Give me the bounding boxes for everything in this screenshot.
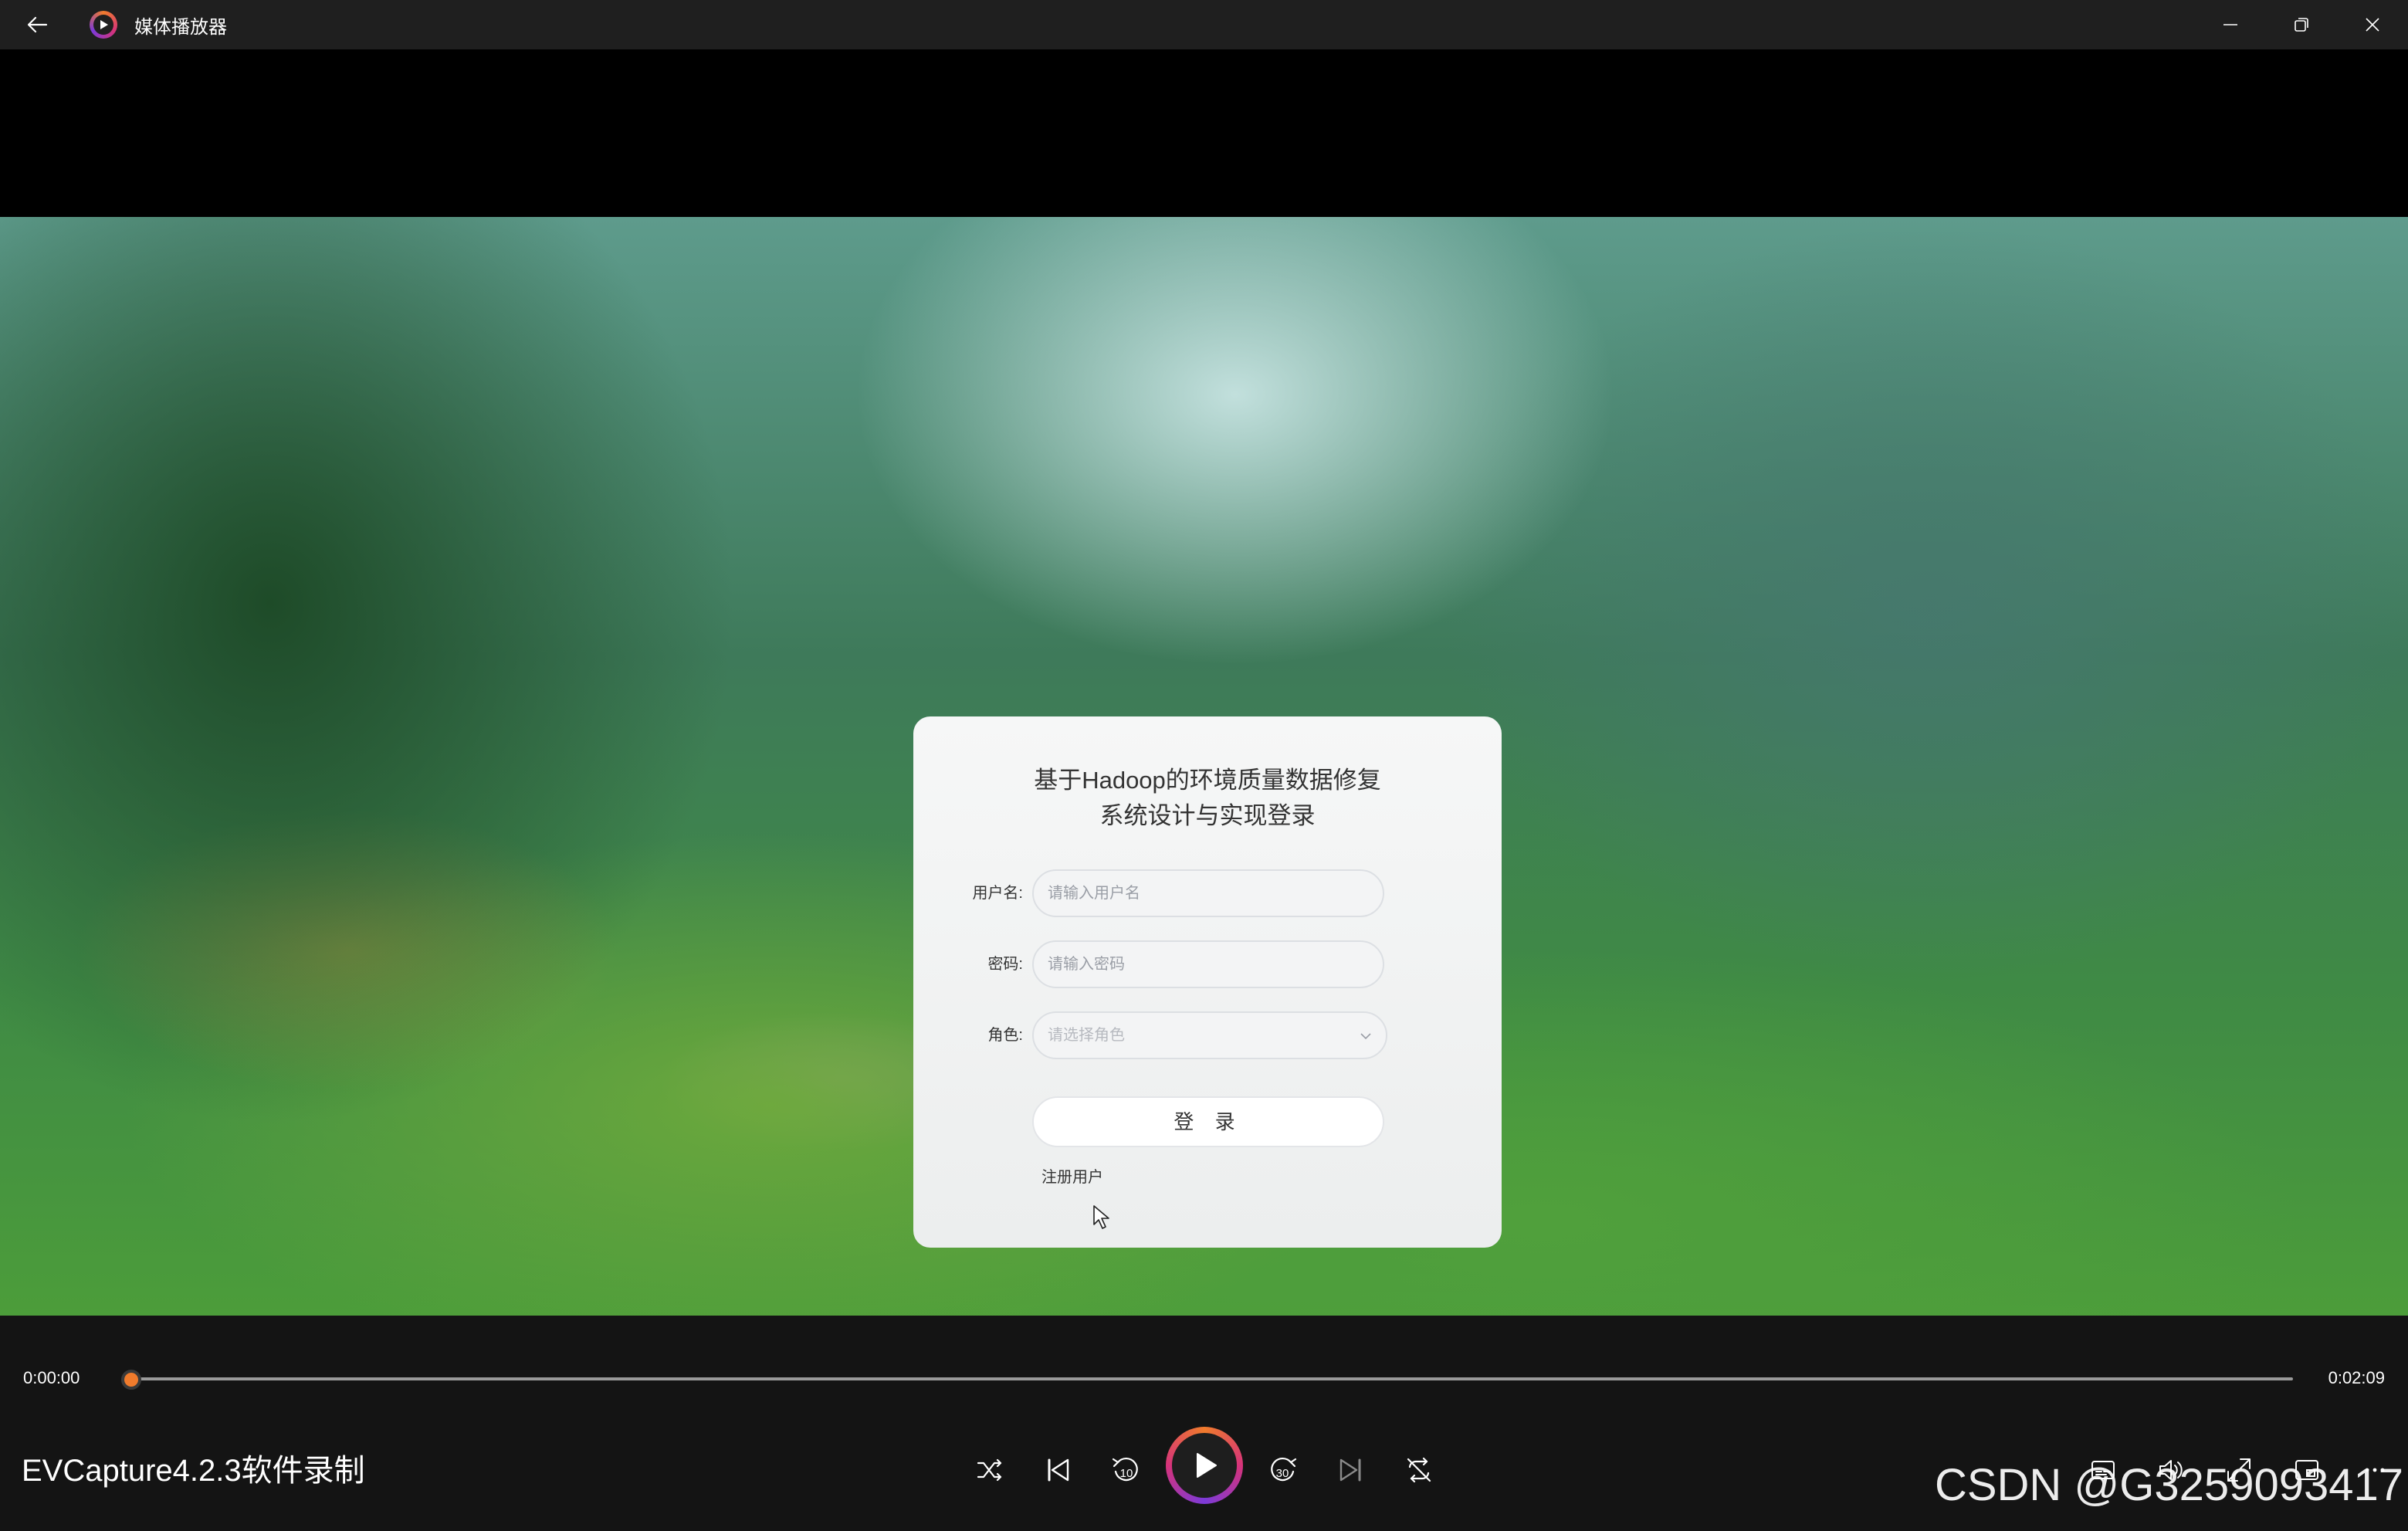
csdn-watermark: CSDN @G3259093417 — [1934, 1460, 2403, 1510]
forward-30-button[interactable]: 30 — [1260, 1447, 1306, 1493]
back-arrow-icon — [27, 16, 48, 33]
back-button[interactable] — [0, 0, 74, 49]
shuffle-button[interactable] — [967, 1447, 1013, 1493]
forward-30-icon: 30 — [1271, 1457, 1297, 1482]
login-title-line-2: 系统设计与实现登录 — [1099, 802, 1316, 829]
minimize-icon — [2223, 24, 2237, 25]
role-row: 角色: 请选择角色 — [913, 1011, 1502, 1059]
username-input[interactable]: 请输入用户名 — [1032, 869, 1384, 917]
username-row: 用户名: 请输入用户名 — [913, 869, 1502, 917]
role-select[interactable]: 请选择角色 — [1032, 1011, 1387, 1059]
current-time: 0:00:00 — [23, 1368, 80, 1387]
window-title: 媒体播放器 — [134, 16, 227, 38]
previous-button[interactable] — [1035, 1447, 1081, 1493]
media-title: EVCapture4.2.3软件录制 — [22, 1454, 365, 1488]
restore-icon — [2295, 18, 2308, 32]
title-bar: 媒体播放器 — [0, 0, 2408, 49]
play-icon — [1197, 1453, 1217, 1478]
previous-icon — [1048, 1458, 1069, 1482]
close-icon — [2366, 18, 2379, 32]
shuffle-icon — [977, 1458, 1002, 1482]
role-placeholder: 请选择角色 — [1048, 1027, 1125, 1044]
password-label: 密码: — [987, 956, 1023, 973]
player-controls: 0:00:00 0:02:09 EVCapture4.2.3软件录制 10 30… — [0, 1316, 2408, 1531]
username-label: 用户名: — [972, 885, 1023, 902]
progress-thumb[interactable] — [121, 1370, 141, 1390]
chevron-down-icon — [1360, 1033, 1371, 1040]
role-label: 角色: — [987, 1027, 1023, 1044]
password-input[interactable]: 请输入密码 — [1032, 940, 1384, 988]
password-placeholder: 请输入密码 — [1048, 956, 1125, 973]
video-frame: 基于Hadoop的环境质量数据修复 系统设计与实现登录 用户名: 请输入用户名 … — [0, 217, 2408, 1316]
next-button[interactable] — [1328, 1447, 1374, 1493]
close-button[interactable] — [2337, 0, 2408, 49]
register-link[interactable]: 注册用户 — [1041, 1164, 1103, 1187]
svg-text:30: 30 — [1276, 1467, 1289, 1480]
restore-button[interactable] — [2266, 0, 2337, 49]
rewind-10-icon: 10 — [1112, 1457, 1138, 1482]
window-controls — [2195, 0, 2408, 49]
password-row: 密码: 请输入密码 — [913, 940, 1502, 988]
login-title: 基于Hadoop的环境质量数据修复 系统设计与实现登录 — [913, 763, 1502, 834]
username-placeholder: 请输入用户名 — [1048, 885, 1140, 902]
login-card: 基于Hadoop的环境质量数据修复 系统设计与实现登录 用户名: 请输入用户名 … — [913, 716, 1502, 1248]
svg-text:10: 10 — [1120, 1467, 1133, 1480]
login-title-line-1: 基于Hadoop的环境质量数据修复 — [1034, 767, 1381, 794]
next-icon — [1339, 1458, 1361, 1482]
progress-track[interactable] — [131, 1377, 2293, 1380]
media-player-app-icon — [90, 11, 117, 39]
minimize-button[interactable] — [2195, 0, 2266, 49]
play-button[interactable] — [1166, 1427, 1243, 1504]
mouse-cursor-icon — [1093, 1205, 1109, 1229]
total-time: 0:02:09 — [2328, 1368, 2385, 1387]
video-area[interactable]: 基于Hadoop的环境质量数据修复 系统设计与实现登录 用户名: 请输入用户名 … — [0, 49, 2408, 1316]
login-button[interactable]: 登 录 — [1032, 1096, 1384, 1147]
rewind-10-button[interactable]: 10 — [1102, 1447, 1149, 1493]
repeat-button[interactable] — [1396, 1447, 1442, 1493]
repeat-icon — [1407, 1457, 1431, 1483]
